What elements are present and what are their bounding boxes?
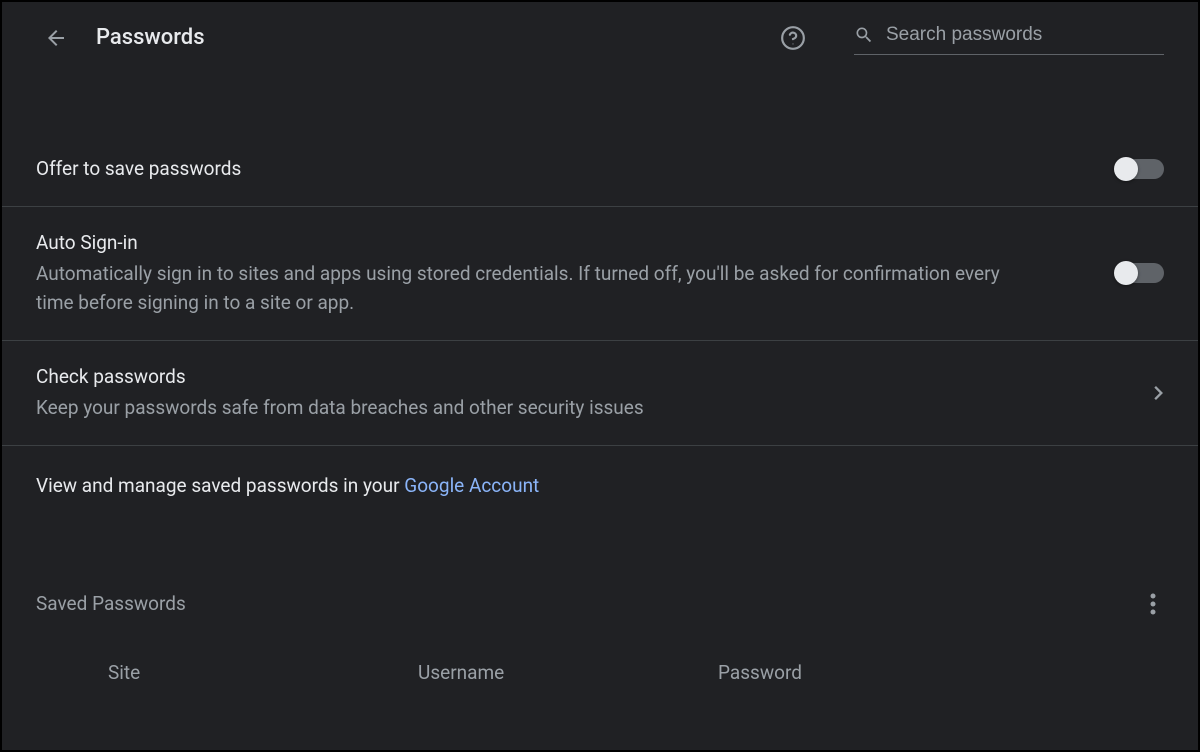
column-site: Site: [108, 661, 418, 684]
help-icon: [780, 25, 806, 51]
search-icon: [854, 25, 874, 45]
search-input[interactable]: [886, 24, 1164, 46]
auto-signin-title: Auto Sign-in: [36, 229, 1116, 258]
arrow-left-icon: [44, 26, 68, 50]
manage-passwords-row: View and manage saved passwords in your …: [2, 446, 1198, 531]
auto-signin-row: Auto Sign-in Automatically sign in to si…: [2, 207, 1198, 341]
google-account-link[interactable]: Google Account: [404, 474, 539, 497]
check-passwords-text: Check passwords Keep your passwords safe…: [36, 363, 1138, 423]
offer-save-title: Offer to save passwords: [36, 155, 1116, 184]
help-button[interactable]: [780, 25, 806, 51]
more-options-button[interactable]: [1142, 585, 1164, 623]
column-password: Password: [718, 661, 1164, 684]
offer-save-text: Offer to save passwords: [36, 155, 1116, 184]
manage-prefix: View and manage saved passwords in your: [36, 474, 404, 497]
offer-save-toggle[interactable]: [1116, 159, 1164, 179]
page-header: Passwords: [2, 2, 1198, 73]
more-vert-icon: [1150, 593, 1156, 615]
search-field[interactable]: [854, 20, 1164, 55]
offer-save-passwords-row: Offer to save passwords: [2, 133, 1198, 207]
back-button[interactable]: [44, 26, 68, 50]
auto-signin-text: Auto Sign-in Automatically sign in to si…: [36, 229, 1116, 318]
settings-content: Offer to save passwords Auto Sign-in Aut…: [2, 133, 1198, 694]
auto-signin-desc: Automatically sign in to sites and apps …: [36, 259, 1036, 318]
toggle-thumb: [1114, 157, 1138, 181]
column-username: Username: [418, 661, 718, 684]
saved-passwords-title: Saved Passwords: [36, 592, 1142, 615]
saved-passwords-header: Saved Passwords: [2, 531, 1198, 631]
check-passwords-title: Check passwords: [36, 363, 1138, 392]
toggle-thumb: [1114, 261, 1138, 285]
passwords-table-header: Site Username Password: [2, 631, 1198, 694]
check-passwords-desc: Keep your passwords safe from data breac…: [36, 393, 1036, 422]
auto-signin-toggle[interactable]: [1116, 263, 1164, 283]
check-passwords-row[interactable]: Check passwords Keep your passwords safe…: [2, 341, 1198, 446]
page-title: Passwords: [96, 25, 752, 50]
chevron-right-icon: [1154, 386, 1164, 400]
